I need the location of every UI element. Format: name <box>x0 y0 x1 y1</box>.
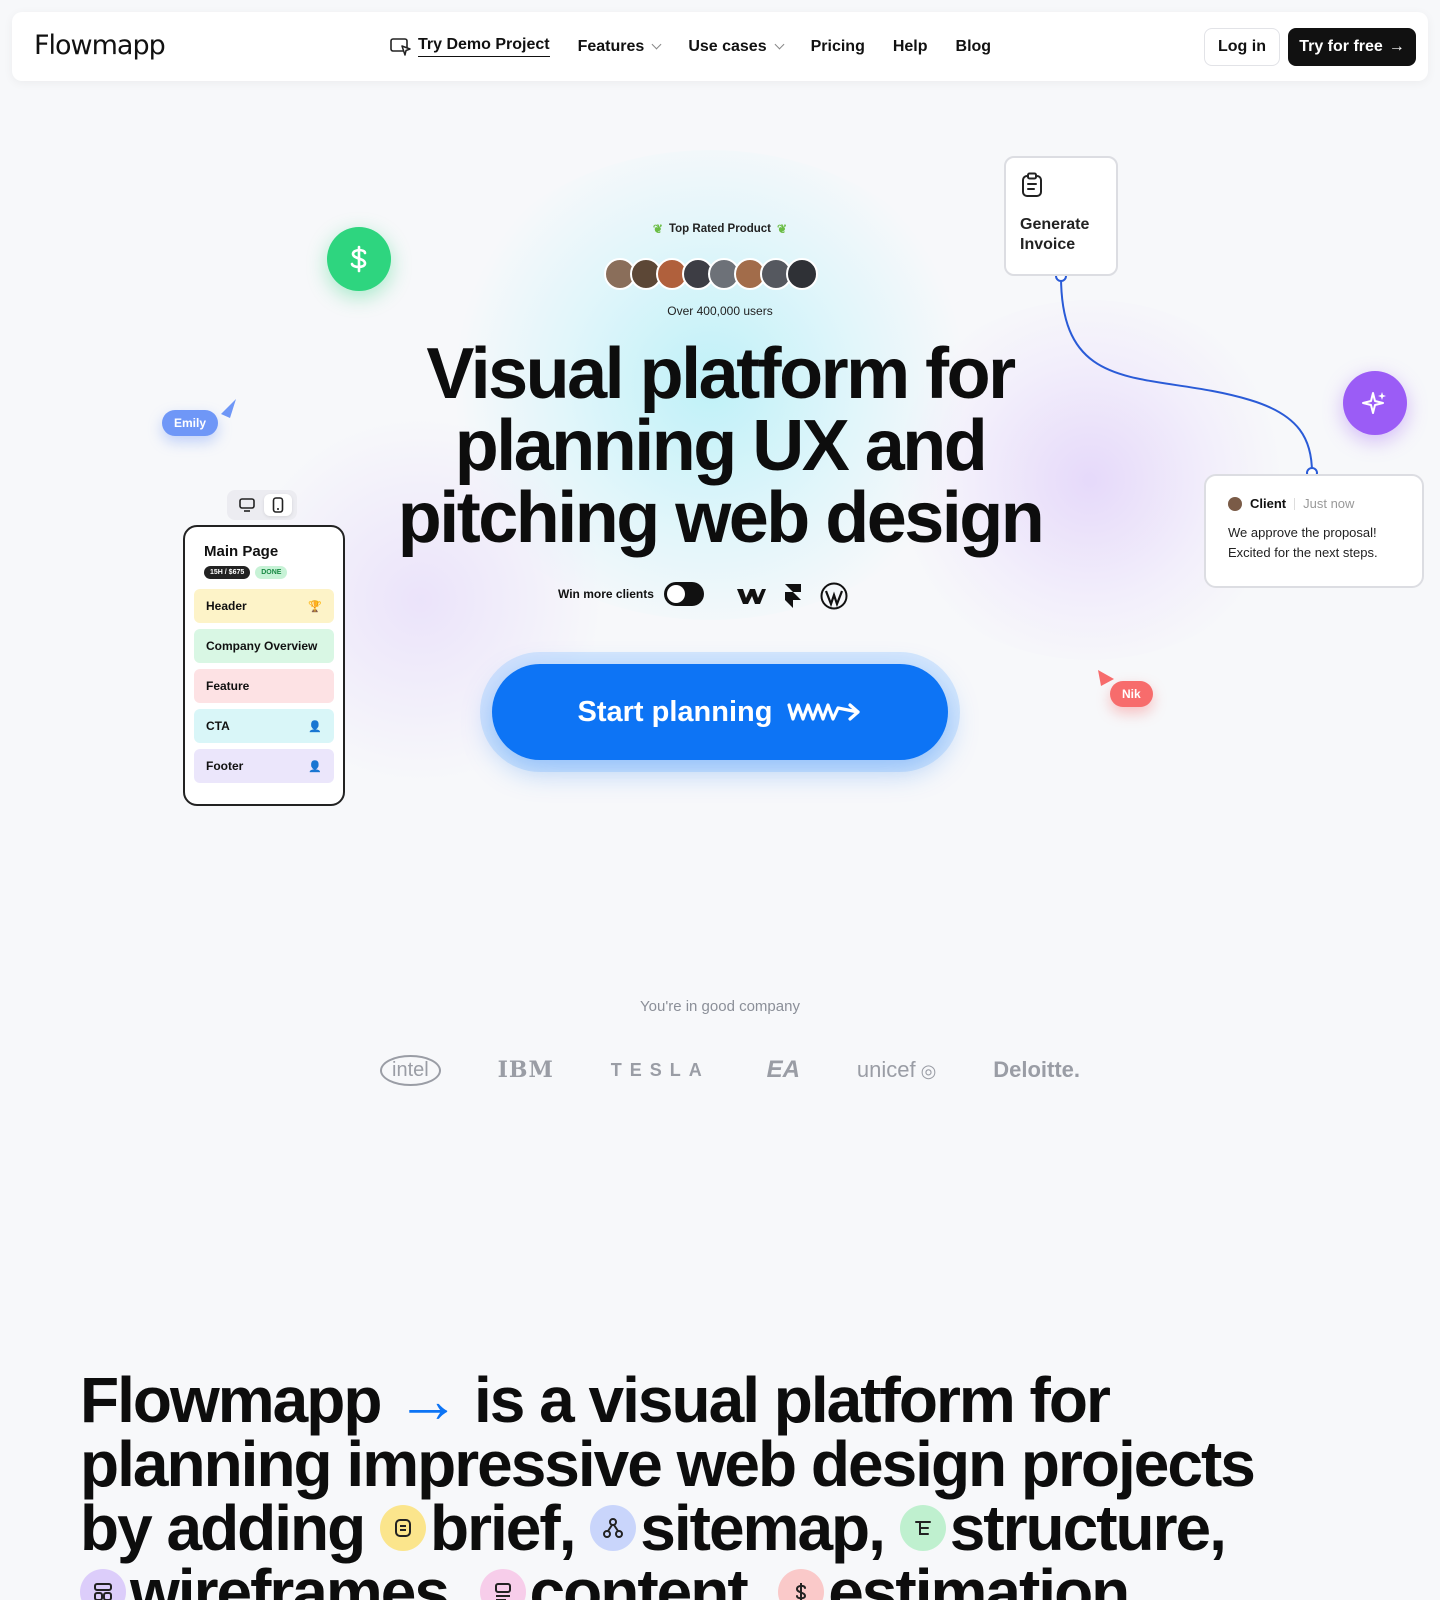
top-rated-label: Top Rated Product <box>668 223 771 235</box>
block-label: Company Overview <box>206 639 318 653</box>
deloitte-logo: Deloitte. <box>993 1057 1080 1082</box>
user-icon: 👤 <box>308 720 322 733</box>
about-line: wireframes, content, estimation <box>80 1560 1380 1600</box>
about-brand: Flowmapp <box>80 1364 382 1436</box>
start-planning-label: Start planning <box>577 695 773 728</box>
divider <box>1294 497 1296 510</box>
block-cta[interactable]: CTA 👤 <box>194 709 334 743</box>
about-line: planning impressive web design projects <box>80 1428 1256 1500</box>
wireframes-icon <box>80 1569 126 1600</box>
dollar-icon <box>350 245 367 273</box>
webflow-icon <box>737 589 766 604</box>
about-line: by adding brief, sitemap, structure, <box>80 1496 1380 1560</box>
dollar-bubble <box>327 227 391 291</box>
phone-badges: 15H / $675 DONE <box>204 566 334 579</box>
device-toggle <box>227 490 297 520</box>
status-badge: DONE <box>255 566 288 579</box>
about-text: is a visual platform for <box>474 1364 1111 1436</box>
user-icon: 👤 <box>308 760 322 773</box>
phone-page-title: Main Page <box>204 543 279 560</box>
win-clients-label: Win more clients <box>558 587 654 601</box>
unicef-label: unicef <box>856 1057 916 1082</box>
clipboard-icon <box>1022 172 1042 197</box>
sparkle-icon <box>1362 392 1386 414</box>
client-name: Client <box>1250 496 1287 511</box>
block-label: Header <box>206 599 247 613</box>
client-message-header: Client Just now <box>1228 496 1400 511</box>
hero-title-line: Visual platform for <box>426 334 1016 414</box>
top-rated-badge: ❦ Top Rated Product ❦ <box>640 222 800 236</box>
trophy-icon: 🏆 <box>308 600 322 613</box>
time-cost-badge: 15H / $675 <box>204 566 251 579</box>
mobile-icon <box>272 497 283 513</box>
block-footer[interactable]: Footer 👤 <box>194 749 334 783</box>
word-structure: structure, <box>949 1492 1227 1564</box>
unicef-logo: unicef ◎ <box>857 1057 936 1083</box>
client-message-card: Client Just now We approve the proposal!… <box>1204 474 1424 588</box>
win-clients-toggle[interactable] <box>663 582 704 606</box>
word-wireframes: wireframes, <box>130 1556 466 1600</box>
block-company-overview[interactable]: Company Overview <box>194 629 334 663</box>
intel-logo: intel <box>380 1054 441 1086</box>
word-estimation: estimation <box>828 1556 1130 1600</box>
cursor-tag-nik: Nik <box>1110 681 1153 707</box>
content-icon <box>479 1569 526 1600</box>
brief-icon <box>380 1505 426 1552</box>
about-line: Flowmapp → is a visual platform for <box>80 1368 1380 1432</box>
avatar <box>786 258 818 290</box>
invoice-label-line: Generate <box>1020 216 1090 233</box>
squiggle-arrow-icon <box>787 703 861 721</box>
about-statement: Flowmapp → is a visual platform for plan… <box>80 1368 1380 1600</box>
invoice-label: Generate Invoice <box>1020 215 1102 255</box>
user-count: Over 400,000 users <box>667 304 773 318</box>
word-brief: brief, <box>430 1492 576 1564</box>
ea-logo: EA <box>766 1056 800 1083</box>
arrow-right-icon: → <box>396 1364 460 1436</box>
globe-icon: ◎ <box>915 1061 937 1081</box>
ai-sparkle-bubble <box>1343 371 1407 435</box>
tesla-logo: TESLA <box>610 1059 710 1080</box>
invoice-label-line: Invoice <box>1020 236 1076 253</box>
hero-title-line: pitching web design <box>397 478 1045 558</box>
hero-title-line: planning UX and <box>454 406 988 486</box>
desktop-icon <box>238 498 255 512</box>
user-avatars <box>604 258 818 290</box>
laurel-icon: ❦ <box>777 222 788 236</box>
block-label: Footer <box>206 759 244 773</box>
cursor-tag-emily: Emily <box>162 410 219 436</box>
client-message: We approve the proposal! Excited for the… <box>1228 523 1400 563</box>
estimation-icon <box>778 1569 825 1600</box>
laurel-icon: ❦ <box>652 222 663 236</box>
generate-invoice-card[interactable]: Generate Invoice <box>1004 156 1118 276</box>
sitemap-icon <box>590 1505 637 1552</box>
client-avatar <box>1228 496 1242 511</box>
client-message-line: We approve the proposal! <box>1228 525 1377 540</box>
good-company-label: You're in good company <box>640 998 800 1015</box>
company-logos: intel IBM TESLA EA unicef ◎ Deloitte. <box>380 1050 1080 1090</box>
hero-title: Visual platform for planning UX and pitc… <box>330 338 1110 554</box>
desktop-view-button[interactable] <box>233 494 261 516</box>
block-label: CTA <box>206 719 230 733</box>
mobile-view-button[interactable] <box>263 494 292 516</box>
mobile-sitemap-preview: Main Page 15H / $675 DONE Header 🏆 Compan… <box>183 525 345 806</box>
client-message-line: Excited for the next steps. <box>1228 545 1378 560</box>
ibm-logo: IBM <box>497 1057 554 1083</box>
block-feature[interactable]: Feature <box>194 669 334 703</box>
framer-icon <box>785 584 801 608</box>
structure-icon <box>899 1505 946 1552</box>
word-sitemap: sitemap, <box>640 1492 886 1564</box>
wordpress-icon <box>820 582 848 610</box>
win-clients-row: Win more clients <box>558 582 704 606</box>
client-time: Just now <box>1303 496 1355 511</box>
block-header[interactable]: Header 🏆 <box>194 589 334 623</box>
start-planning-button[interactable]: Start planning <box>492 664 948 760</box>
integration-icons <box>736 582 848 610</box>
about-text: by adding <box>80 1492 366 1564</box>
word-content: content, <box>529 1556 765 1600</box>
block-label: Feature <box>206 679 250 693</box>
